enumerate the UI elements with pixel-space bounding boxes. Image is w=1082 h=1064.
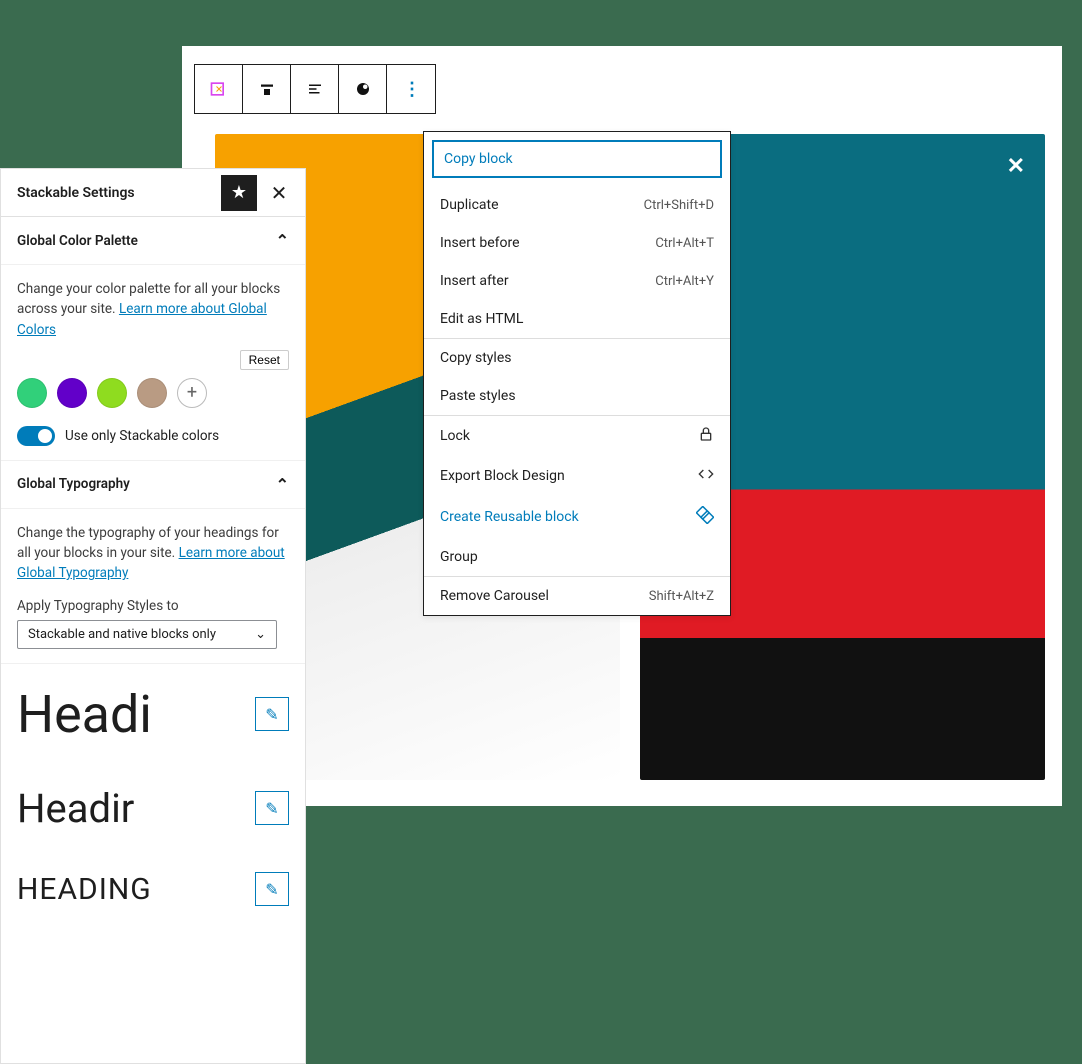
menu-label: Lock [440,428,470,444]
menu-label: Duplicate [440,197,499,213]
menu-label: Insert before [440,235,520,251]
menu-label: Copy styles [440,350,511,366]
menu-insert-before[interactable]: Insert before Ctrl+Alt+T [424,224,730,262]
menu-label: Edit as HTML [440,311,523,327]
menu-edit-html[interactable]: Edit as HTML [424,300,730,338]
menu-shortcut: Shift+Alt+Z [649,589,714,604]
stackable-colors-toggle[interactable] [17,426,55,446]
menu-paste-styles[interactable]: Paste styles [424,377,730,415]
edit-heading-1-button[interactable]: ✎ [255,697,289,731]
menu-label: Group [440,549,478,565]
menu-group[interactable]: Group [424,538,730,576]
lock-icon [698,426,714,446]
menu-label: Insert after [440,273,509,289]
apply-styles-label: Apply Typography Styles to [17,598,289,614]
sidebar-header: Stackable Settings ★ ✕ [1,169,305,217]
menu-copy-block[interactable]: Copy block [432,140,722,178]
section-toggle-color-palette[interactable]: Global Color Palette ⌃ [1,217,305,265]
heading-preview-row: HEADING ✎ [17,872,289,907]
menu-label: Copy block [444,151,513,167]
edit-heading-2-button[interactable]: ✎ [255,791,289,825]
toggle-label: Use only Stackable colors [65,428,219,444]
settings-sidebar: Stackable Settings ★ ✕ Global Color Pale… [0,168,306,1064]
block-type-icon[interactable] [195,65,243,113]
chevron-up-icon: ⌃ [276,231,289,250]
menu-lock[interactable]: Lock [424,416,730,456]
close-icon[interactable]: ✕ [1007,154,1025,179]
more-options-icon[interactable]: ⋮ [387,65,435,113]
color-swatch-3[interactable] [97,378,127,408]
select-value: Stackable and native blocks only [28,627,216,642]
block-options-menu: Copy block Duplicate Ctrl+Shift+D Insert… [423,131,731,616]
heading-1-preview: Headi [17,684,197,745]
color-swatch-2[interactable] [57,378,87,408]
menu-label: Create Reusable block [440,509,579,525]
typography-description: Change the typography of your headings f… [17,523,289,584]
code-icon [698,466,714,486]
section-title: Global Typography [17,476,130,492]
menu-duplicate[interactable]: Duplicate Ctrl+Shift+D [424,186,730,224]
menu-insert-after[interactable]: Insert after Ctrl+Alt+Y [424,262,730,300]
heading-preview-row: Headir ✎ [17,785,289,832]
block-toolbar: ⋮ [194,64,436,114]
section-toggle-typography[interactable]: Global Typography ⌃ [1,461,305,509]
menu-shortcut: Ctrl+Shift+D [644,198,714,213]
sidebar-title: Stackable Settings [17,185,135,201]
typography-body: Change the typography of your headings f… [1,509,305,664]
align-icon[interactable] [243,65,291,113]
star-icon[interactable]: ★ [221,175,257,211]
menu-create-reusable[interactable]: Create Reusable block [424,496,730,538]
heading-preview-row: Headi ✎ [17,684,289,745]
chevron-down-icon: ⌄ [255,627,266,642]
menu-label: Remove Carousel [440,588,549,604]
heading-3-preview: HEADING [17,872,197,907]
heading-2-preview: Headir [17,785,197,832]
close-sidebar-button[interactable]: ✕ [261,175,297,211]
reset-button[interactable]: Reset [240,350,289,370]
reusable-icon [696,506,714,528]
style-icon[interactable] [339,65,387,113]
add-color-button[interactable]: + [177,378,207,408]
heading-previews: Headi ✎ Headir ✎ HEADING ✎ [1,664,305,907]
edit-heading-3-button[interactable]: ✎ [255,872,289,906]
menu-export-design[interactable]: Export Block Design [424,456,730,496]
menu-shortcut: Ctrl+Alt+Y [655,274,714,289]
color-description: Change your color palette for all your b… [17,279,289,340]
section-title: Global Color Palette [17,233,138,249]
menu-label: Paste styles [440,388,516,404]
menu-shortcut: Ctrl+Alt+T [655,236,714,251]
menu-remove-carousel[interactable]: Remove Carousel Shift+Alt+Z [424,577,730,615]
color-swatch-1[interactable] [17,378,47,408]
justify-icon[interactable] [291,65,339,113]
menu-copy-styles[interactable]: Copy styles [424,339,730,377]
color-palette-body: Change your color palette for all your b… [1,265,305,461]
color-swatch-4[interactable] [137,378,167,408]
menu-label: Export Block Design [440,468,565,484]
chevron-up-icon: ⌃ [276,475,289,494]
color-swatches: + [17,378,289,408]
typography-scope-select[interactable]: Stackable and native blocks only ⌄ [17,620,277,649]
